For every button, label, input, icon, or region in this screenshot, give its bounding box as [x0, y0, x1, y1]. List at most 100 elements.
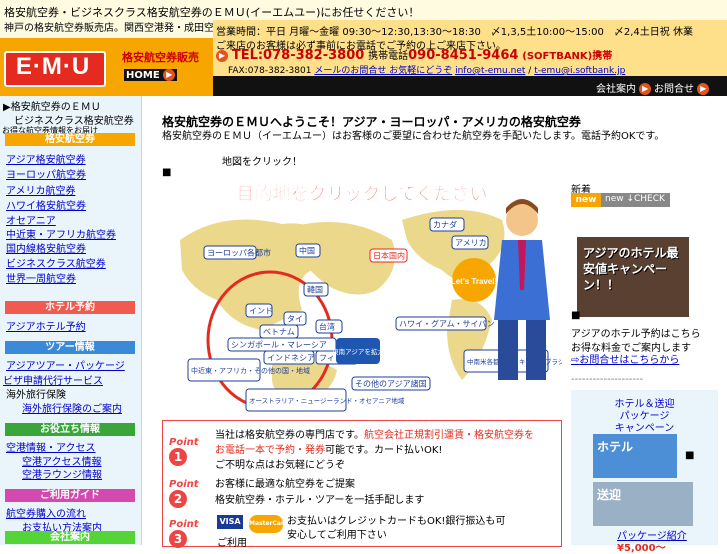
home-button[interactable]: HOME ▶: [124, 69, 178, 81]
region-oceania-label: オーストラリア・ニュージーランド・オセアニア地域: [249, 396, 405, 405]
region-india[interactable]: インド: [245, 303, 273, 318]
fax-number: FAX:078-382-3801: [228, 66, 312, 76]
sidebar-item-asia[interactable]: アジア格安航空券: [6, 151, 86, 166]
email-mobile-link[interactable]: t-emu@i.softbank.jp: [534, 66, 625, 76]
home-label: HOME: [126, 70, 160, 81]
email-info-link[interactable]: info@t-emu.net: [455, 66, 525, 76]
region-thailand-label: タイ: [287, 315, 303, 324]
hotel-campaign-text: アジアのホテル最安値キャンペーン！！: [583, 246, 679, 292]
hotel-transfer-box: ホテル＆送迎 パッケージ キャンペーン ホテル ■ 送迎 パッケージ紹介 ¥5,…: [571, 390, 718, 554]
region-china-label: 中国: [299, 246, 315, 256]
world-map: 目的地をクリックしてください ヨーロッパ各都市 中国 日本国内 カナダ アメリカ…: [162, 180, 562, 420]
southeast-asia-zoom-badge[interactable]: 東南アジアを拡大: [332, 338, 384, 364]
sidebar-item-hawaii[interactable]: ハワイ格安航空券: [6, 197, 86, 212]
mobile-number[interactable]: 090-8451-9464: [408, 48, 518, 63]
region-korea[interactable]: 韓国: [303, 282, 329, 297]
point-1-highlight: 航空会社正規割引運賃・格安航空券を: [364, 430, 534, 441]
sidebar-item-insurance-guide[interactable]: 海外旅行保険のご案内: [22, 400, 122, 415]
region-europe[interactable]: ヨーロッパ各都市: [203, 245, 271, 260]
map-caption: 地図をクリック！: [222, 157, 302, 168]
sidebar-item-purchase-flow[interactable]: 航空券購入の流れ: [6, 505, 86, 520]
transfer-photo-label: 送迎: [597, 488, 622, 502]
point-3-line-2: 安心してご利用下さい: [287, 530, 387, 541]
points-panel: Point1 当社は格安航空券の専門店です。航空会社正規割引運賃・格安航空券を …: [162, 420, 562, 549]
point-2-line-1: お客様に最適な航空券をご提案: [215, 479, 355, 490]
phone-number[interactable]: TEL:078-382-3800: [232, 48, 364, 63]
sidebar-section-tours: ツアー情報: [5, 341, 135, 354]
sidebar-item-airport[interactable]: 空港情報・アクセス: [6, 439, 96, 454]
emu-logo[interactable]: E·M·U: [4, 51, 102, 83]
region-america-label: アメリカ: [455, 239, 487, 248]
right-text-1: アジアのホテル予約はこちら: [571, 329, 701, 340]
nav-company-link[interactable]: 会社案内 ▶: [596, 80, 652, 95]
sidebar-intro-1[interactable]: ▶格安航空券のＥＭＵ: [3, 98, 101, 113]
transfer-photo[interactable]: 送迎: [593, 482, 693, 526]
region-japan-label: 日本国内: [373, 251, 405, 261]
point-1-label: Point: [169, 437, 199, 448]
region-america[interactable]: アメリカ: [451, 235, 489, 250]
sidebar: ▶格安航空券のＥＭＵ ビジネスクラス格安航空券 お得な航空券情報をお届け 格安航…: [0, 96, 142, 545]
point-2-badge: Point2: [169, 479, 211, 508]
region-singapore-malaysia[interactable]: シンガポール・マレーシア: [227, 337, 337, 352]
visa-card-icon: VISA: [217, 515, 243, 529]
region-hawaii-label: ハワイ・グアム・サイパン: [399, 319, 495, 329]
region-canada[interactable]: カナダ: [429, 217, 465, 232]
mobile-label: 携帯電話: [368, 51, 409, 62]
nav-contact-link[interactable]: お問合せ ▶: [654, 80, 710, 95]
sidebar-item-asia-tour[interactable]: アジアツアー・パッケージ: [6, 357, 125, 372]
point-1-text-b: 可能です。カード払いOK!: [325, 445, 443, 456]
sidebar-section-guide: ご利用ガイド: [5, 489, 135, 502]
region-china[interactable]: 中国: [295, 243, 321, 258]
bullet-icon: ■: [162, 167, 172, 178]
nav-company-label: 会社案内: [596, 84, 636, 95]
site-headline: 格安航空券・ビジネスクラス格安航空券のＥＭＵ(イーエムユー)にお任せください！: [4, 6, 420, 19]
point-1-text-a: 当社は格安航空券の専門店です。: [215, 430, 364, 441]
new-check-badge[interactable]: new new ↓CHECK: [571, 193, 670, 207]
point-2-line-2: 格安航空券・ホテル・ツアーを一括手配します: [215, 495, 425, 506]
region-indonesia[interactable]: インドネシア: [263, 350, 315, 365]
point-1-badge: Point1: [169, 437, 211, 466]
new-tag: new: [571, 193, 601, 207]
sidebar-item-europe[interactable]: ヨーロッパ航空券: [6, 166, 86, 181]
point-1-phone-highlight: お電話一本で予約・発券: [215, 445, 325, 456]
hotel-campaign-banner[interactable]: アジアのホテル最安値キャンペーン！！: [577, 237, 689, 317]
sidebar-item-oceania[interactable]: オセアニア: [6, 212, 56, 227]
region-taiwan[interactable]: 台湾: [315, 319, 343, 334]
southeast-asia-badge-label: 東南アジアを拡大: [332, 347, 384, 356]
region-indonesia-label: インドネシア: [267, 354, 315, 363]
region-oceania[interactable]: オーストラリア・ニュージーランド・オセアニア地域: [245, 388, 405, 412]
region-korea-label: 韓国: [307, 285, 323, 295]
sidebar-item-lounge[interactable]: 空港ラウンジ情報: [22, 466, 102, 481]
region-thailand[interactable]: タイ: [283, 311, 307, 326]
sidebar-item-visa[interactable]: ビザ申請代行サービス: [3, 372, 103, 387]
region-japan[interactable]: 日本国内: [369, 248, 408, 263]
point-2-label: Point: [169, 479, 199, 490]
check-label: new ↓CHECK: [605, 194, 665, 204]
region-taiwan-label: 台湾: [319, 322, 335, 332]
region-hawaii[interactable]: ハワイ・グアム・サイパン: [395, 316, 495, 331]
sidebar-item-america[interactable]: アメリカ航空券: [6, 182, 76, 197]
sidebar-item-middle-east[interactable]: 中近東・アフリカ航空券: [6, 226, 116, 241]
arrow-right-icon: ▶: [639, 83, 652, 95]
sidebar-item-business[interactable]: ビジネスクラス航空券: [6, 255, 106, 270]
card-note: ご利用: [217, 538, 247, 549]
sidebar-section-info: お役立ち情報: [5, 423, 135, 436]
sidebar-item-domestic[interactable]: 国内線格安航空券: [6, 240, 86, 255]
hotel-photo[interactable]: ホテル: [593, 434, 677, 478]
page-subtitle: 格安航空券のＥＭＵ（イーエムユー）はお客様のご要望に合わせた航空券を手配いたしま…: [162, 131, 665, 142]
region-vietnam[interactable]: ベトナム: [259, 324, 299, 339]
region-other-asia-label: その他のアジア諸国: [355, 379, 427, 389]
mail-inquiry-link[interactable]: メールのお問合せ お気軽にどうぞ: [314, 66, 452, 76]
hotel-photo-label: ホテル: [597, 440, 634, 454]
point-1-line-3: ご不明な点はお気軽にどうぞ: [215, 460, 345, 471]
region-other-asia[interactable]: その他のアジア諸国: [351, 376, 431, 391]
sidebar-item-insurance[interactable]: 海外旅行保険: [6, 386, 66, 401]
lets-travel-label: Let's Travel!: [451, 277, 497, 286]
logo-tagline: 格安航空券販売: [122, 51, 199, 64]
point-3-label: Point: [169, 519, 199, 530]
right-inquiry-link[interactable]: ⇨お問合せはこちらから: [571, 351, 679, 366]
sidebar-item-world[interactable]: 世界一周航空券: [6, 270, 76, 285]
region-canada-label: カナダ: [433, 220, 457, 230]
sidebar-item-asia-hotel[interactable]: アジアホテル予約: [6, 318, 86, 333]
sidebar-section-company: 会社案内: [5, 531, 135, 544]
